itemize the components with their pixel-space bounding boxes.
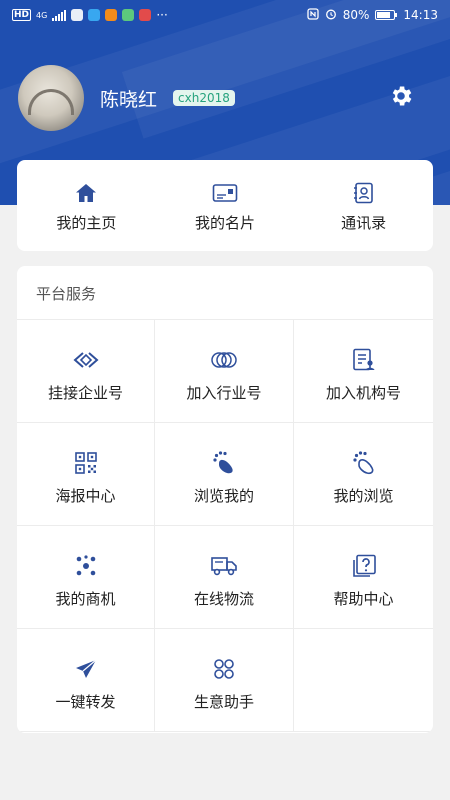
service-label: 浏览我的 — [193, 487, 254, 505]
service-label: 一键转发 — [55, 693, 116, 711]
qr-code-icon — [71, 451, 101, 475]
service-label: 海报中心 — [55, 487, 116, 505]
service-label: 加入行业号 — [186, 384, 262, 402]
footprint-filled-icon — [209, 451, 239, 475]
network-type: 4G — [36, 10, 48, 20]
section-title: 平台服务 — [17, 266, 433, 320]
nfc-icon — [307, 7, 319, 23]
link-icon — [71, 348, 101, 372]
quick-link-label: 我的名片 — [195, 214, 256, 232]
my-homepage-link[interactable]: 我的主页 — [17, 160, 156, 251]
quick-link-label: 通讯录 — [341, 214, 387, 232]
contacts-link[interactable]: 通讯录 — [294, 160, 433, 251]
service-my-views[interactable]: 我的浏览 — [294, 423, 433, 526]
nodes-icon — [71, 554, 101, 578]
more-notifications: ··· — [156, 8, 168, 22]
empty-cell — [294, 629, 433, 732]
service-label: 加入机构号 — [325, 384, 401, 402]
settings-button[interactable] — [387, 84, 415, 112]
service-label: 我的商机 — [55, 590, 116, 608]
clock: 14:13 — [403, 8, 438, 22]
hd-indicator: HD — [12, 9, 32, 21]
my-business-card-link[interactable]: 我的名片 — [156, 160, 295, 251]
rings-icon — [209, 348, 239, 372]
contacts-icon — [351, 182, 377, 204]
app-icon — [139, 9, 152, 21]
grid-petals-icon — [209, 657, 239, 681]
app-icon — [105, 9, 118, 21]
service-label: 帮助中心 — [333, 590, 394, 608]
platform-services-card: 平台服务 挂接企业号 加入行业号 加入机构号 海报中心 浏览我的 我的浏览 我的… — [17, 266, 433, 733]
service-viewed-me[interactable]: 浏览我的 — [155, 423, 294, 526]
business-card-icon — [212, 182, 238, 204]
service-online-logistics[interactable]: 在线物流 — [155, 526, 294, 629]
service-label: 在线物流 — [193, 590, 254, 608]
service-poster-center[interactable]: 海报中心 — [17, 423, 155, 526]
battery-percent: 80% — [342, 8, 370, 22]
avatar[interactable] — [18, 65, 84, 131]
service-label: 挂接企业号 — [47, 384, 123, 402]
service-join-organization[interactable]: 加入机构号 — [294, 320, 433, 423]
alarm-icon — [325, 8, 337, 23]
service-link-enterprise[interactable]: 挂接企业号 — [17, 320, 155, 423]
footprint-outline-icon — [349, 451, 379, 475]
service-label: 我的浏览 — [333, 487, 394, 505]
service-join-industry[interactable]: 加入行业号 — [155, 320, 294, 423]
app-icon — [122, 9, 135, 21]
gear-icon — [388, 83, 414, 113]
service-my-opportunities[interactable]: 我的商机 — [17, 526, 155, 629]
user-name: 陈晓红 — [100, 88, 158, 111]
signal-icon — [52, 9, 67, 21]
service-business-assistant[interactable]: 生意助手 — [155, 629, 294, 732]
service-label: 生意助手 — [193, 693, 254, 711]
status-left: HD 4G ··· — [12, 8, 168, 22]
status-right: 80% 14:13 — [307, 7, 438, 23]
user-id-badge: cxh2018 — [173, 90, 235, 106]
battery-icon — [375, 10, 398, 20]
org-document-icon — [349, 348, 379, 372]
app-icon — [88, 9, 101, 21]
send-icon — [71, 657, 101, 681]
quick-link-label: 我的主页 — [56, 214, 117, 232]
quick-links-card: 我的主页 我的名片 通讯录 — [17, 160, 433, 251]
service-help-center[interactable]: 帮助中心 — [294, 526, 433, 629]
status-bar: HD 4G ··· 80% 14:13 — [0, 0, 450, 30]
profile-section: 陈晓红 cxh2018 — [18, 65, 433, 131]
wechat-icon — [71, 9, 84, 21]
truck-icon — [209, 554, 239, 578]
service-one-click-forward[interactable]: 一键转发 — [17, 629, 155, 732]
home-icon — [73, 182, 99, 204]
help-icon — [349, 554, 379, 578]
services-grid: 挂接企业号 加入行业号 加入机构号 海报中心 浏览我的 我的浏览 我的商机 在线… — [17, 320, 433, 732]
